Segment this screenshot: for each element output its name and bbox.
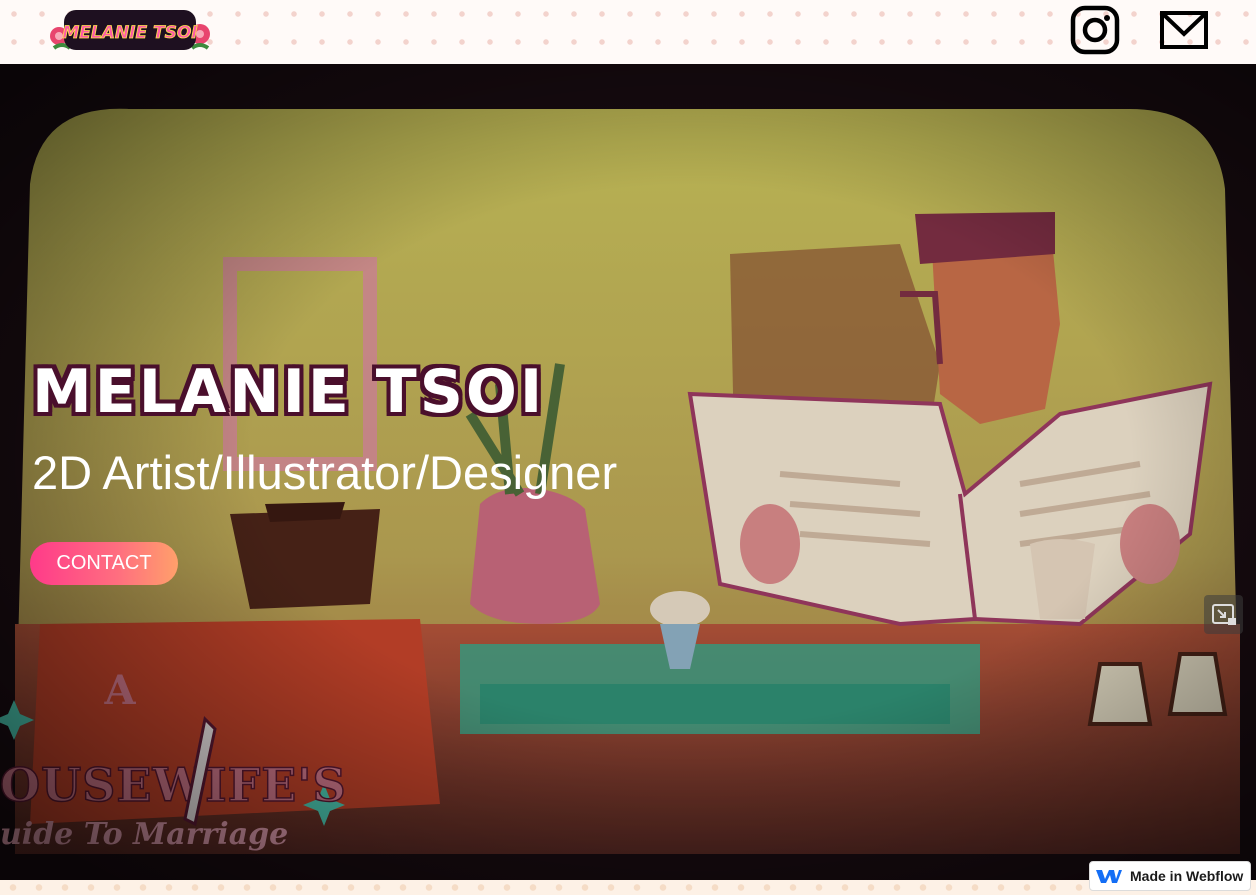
video-title-sub: uide To Marriage [0, 817, 288, 852]
footer-strip [0, 880, 1256, 895]
site-header: MELANIE TSOI [0, 0, 1256, 64]
video-title-main: OUSEWIFE'S [0, 758, 347, 812]
picture-in-picture-button[interactable] [1204, 595, 1243, 634]
logo[interactable]: MELANIE TSOI [50, 4, 212, 56]
hero-subtitle: 2D Artist/Illustrator/Designer [32, 446, 618, 499]
video-title-a: A [103, 667, 136, 714]
instagram-link[interactable] [1069, 5, 1121, 55]
email-link[interactable] [1158, 5, 1210, 55]
contact-button[interactable]: CONTACT [30, 542, 178, 585]
webflow-icon [1096, 870, 1122, 883]
hero-video: A OUSEWIFE'S uide To Marriage MELANIE TS… [0, 64, 1256, 880]
badge-label: Made in Webflow [1130, 868, 1244, 884]
hero-title: MELANIE TSOI [32, 357, 546, 427]
envelope-icon [1160, 11, 1208, 49]
picture-in-picture-icon [1211, 603, 1236, 625]
made-in-webflow-badge[interactable]: Made in Webflow [1089, 861, 1251, 891]
instagram-icon [1070, 5, 1120, 55]
logo-text: MELANIE TSOI [62, 23, 197, 43]
